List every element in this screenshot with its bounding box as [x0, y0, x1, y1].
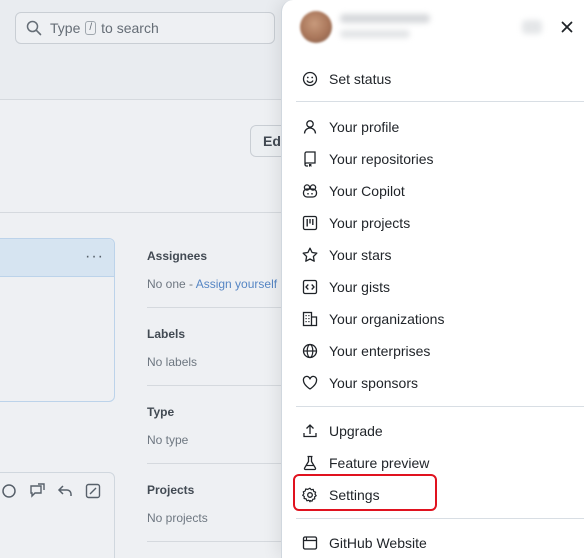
menu-item-feature-preview[interactable]: Feature preview [302, 449, 577, 477]
assignees-title: Assignees [147, 249, 208, 263]
avatar [300, 11, 332, 43]
comment-header: ··· [0, 239, 114, 277]
menu-label: Your stars [329, 247, 392, 263]
menu-label: Your enterprises [329, 343, 431, 359]
menu-item-your-stars[interactable]: Your stars [302, 241, 577, 269]
sidebar-divider [147, 385, 287, 386]
menu-label: Your organizations [329, 311, 445, 327]
menu-divider [296, 101, 584, 102]
settings-highlight-box [293, 474, 437, 511]
menu-label: Your sponsors [329, 375, 418, 391]
menu-label: Your repositories [329, 151, 434, 167]
menu-item-your-sponsors[interactable]: Your sponsors [302, 369, 577, 397]
menu-label: Your projects [329, 215, 411, 231]
sidebar-type: Type No type [147, 405, 287, 447]
close-button[interactable] [558, 18, 576, 36]
search-shortcut-key: / [85, 21, 97, 35]
sidebar-assignees: Assignees No one - Assign yourself [147, 249, 287, 291]
search-placeholder-prefix: Type [50, 20, 81, 36]
labels-value: No labels [147, 355, 198, 369]
sidebar-divider [147, 541, 287, 542]
menu-item-your-organizations[interactable]: Your organizations [302, 305, 577, 333]
cross-reference-icon[interactable] [29, 483, 45, 499]
labels-title: Labels [147, 327, 186, 341]
blurred-badge [522, 20, 542, 34]
smiley-icon [302, 71, 318, 87]
menu-label: GitHub Website [329, 535, 427, 551]
code-square-icon [302, 279, 318, 295]
menu-item-your-gists[interactable]: Your gists [302, 273, 577, 301]
menu-divider [296, 518, 584, 519]
menu-label: Your Copilot [329, 183, 405, 199]
project-icon [302, 215, 318, 231]
projects-value: No projects [147, 511, 208, 525]
person-icon [302, 119, 318, 135]
menu-item-your-copilot[interactable]: Your Copilot [302, 177, 577, 205]
beaker-icon [302, 455, 318, 471]
kebab-menu-icon[interactable]: ··· [85, 248, 104, 266]
menu-label: Set status [329, 71, 392, 87]
menu-item-set-status[interactable]: Set status [302, 65, 577, 93]
menu-item-your-projects[interactable]: Your projects [302, 209, 577, 237]
menu-label: Your gists [329, 279, 390, 295]
organization-icon [302, 311, 318, 327]
mention-icon[interactable] [1, 483, 17, 499]
copilot-icon [302, 183, 318, 199]
menu-item-your-repositories[interactable]: Your repositories [302, 145, 577, 173]
blurred-username [340, 14, 430, 23]
comment-toolbar [0, 472, 115, 558]
menu-item-your-profile[interactable]: Your profile [302, 113, 577, 141]
comment-box: ··· [0, 238, 115, 402]
assignees-value: No one - [147, 277, 196, 291]
menu-divider [296, 406, 584, 407]
reply-icon[interactable] [57, 483, 73, 499]
heart-icon [302, 375, 318, 391]
upload-icon [302, 423, 318, 439]
browser-icon [302, 535, 318, 551]
sidebar-divider [147, 463, 287, 464]
search-input[interactable]: Type / to search [15, 12, 275, 44]
projects-title: Projects [147, 483, 195, 497]
sidebar-divider [147, 307, 287, 308]
menu-label: Upgrade [329, 423, 383, 439]
fullscreen-icon[interactable] [85, 483, 101, 499]
menu-item-your-enterprises[interactable]: Your enterprises [302, 337, 577, 365]
menu-item-github-website[interactable]: GitHub Website [302, 529, 577, 557]
blurred-login [340, 30, 410, 38]
close-icon [561, 21, 573, 33]
repo-icon [302, 151, 318, 167]
globe-icon [302, 343, 318, 359]
sidebar-projects: Projects No projects [147, 483, 287, 525]
menu-item-upgrade[interactable]: Upgrade [302, 417, 577, 445]
menu-label: Feature preview [329, 455, 430, 471]
assign-yourself-link[interactable]: Assign yourself [196, 277, 277, 291]
star-icon [302, 247, 318, 263]
menu-label: Your profile [329, 119, 400, 135]
type-title: Type [147, 405, 175, 419]
search-icon [26, 20, 42, 36]
sidebar-labels: Labels No labels [147, 327, 287, 369]
search-placeholder-suffix: to search [101, 20, 159, 36]
type-value: No type [147, 433, 189, 447]
user-menu-panel: Set status Your profile Your repositorie… [281, 0, 584, 558]
